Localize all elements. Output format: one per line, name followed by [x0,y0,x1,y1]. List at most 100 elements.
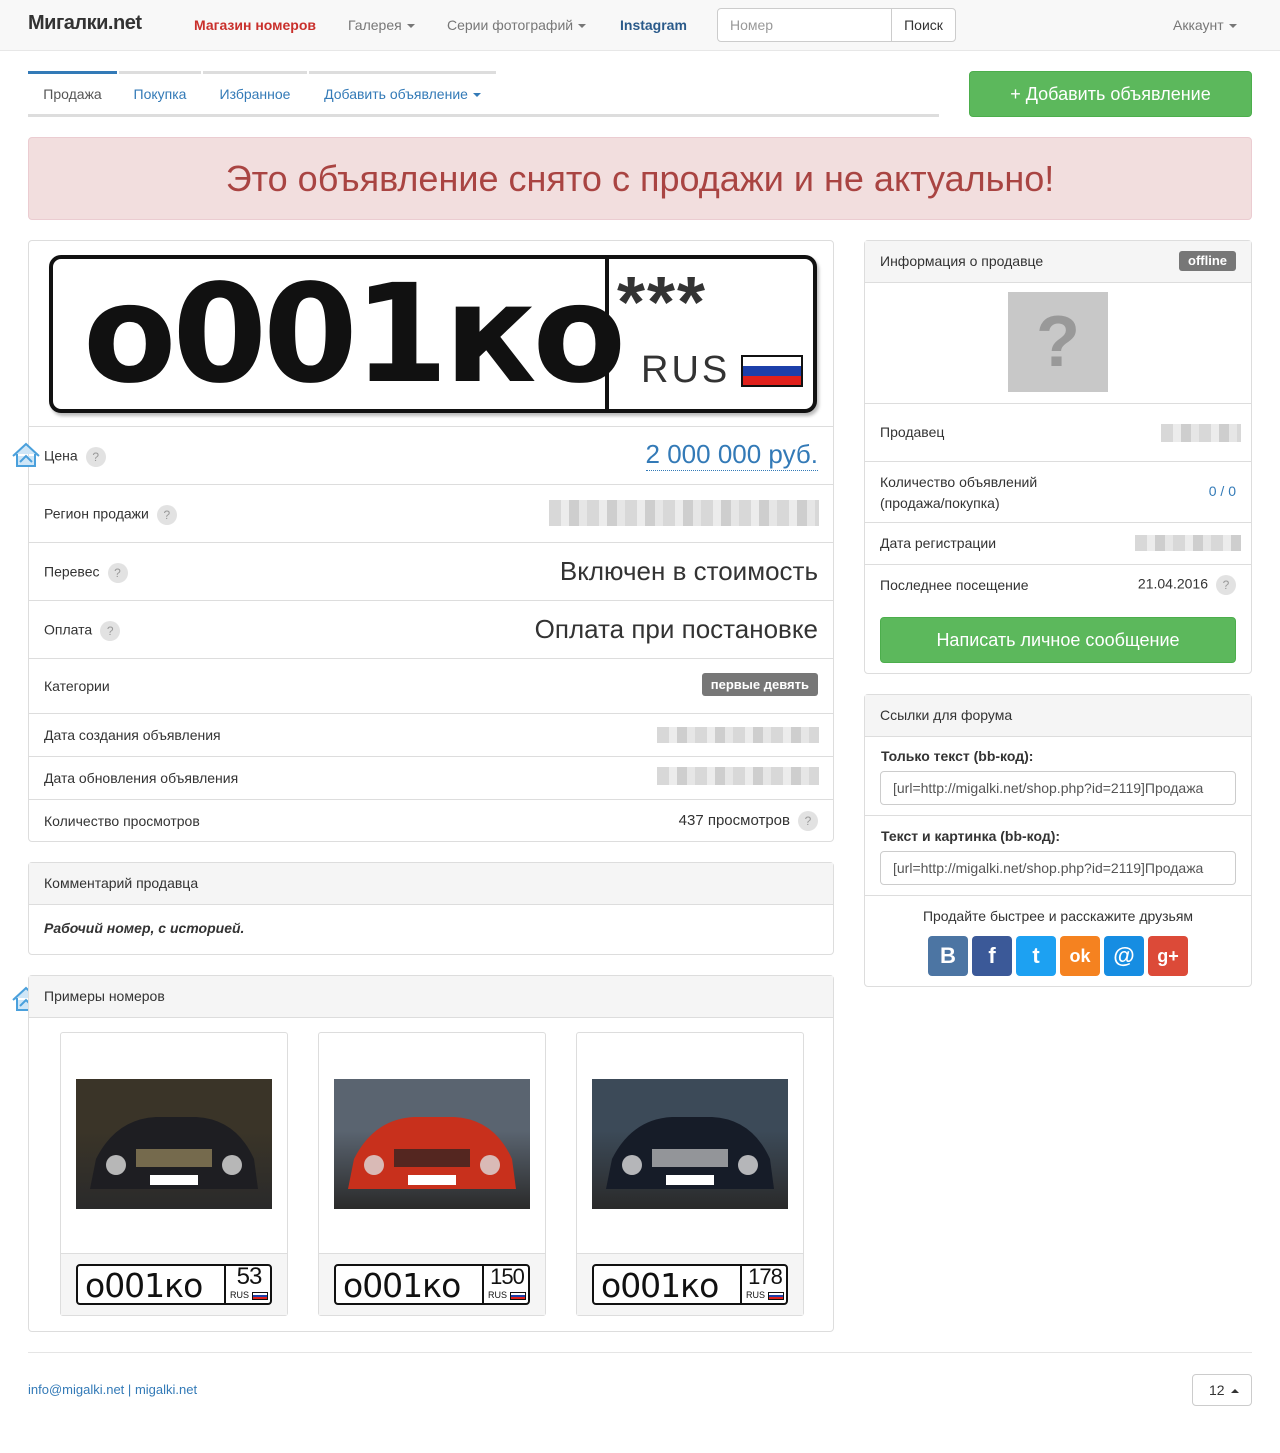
example-photo[interactable] [592,1079,788,1209]
chevron-down-icon [406,24,415,29]
navbar: Мигалки.net Магазин номеров Галерея Сери… [0,0,1280,51]
facebook-icon[interactable]: f [972,936,1012,976]
seller-row: Продавец [865,403,1251,461]
example-plate-number: o001ко [343,1266,461,1305]
example-license-plate: o001ко 150 RUS [334,1264,530,1305]
last-visit-row: Последнее посещение 21.04.2016? [865,564,1251,606]
page-selector-value: 12 [1209,1382,1225,1398]
reg-label: Дата регистрации [880,535,997,551]
nav-shop[interactable]: Магазин номеров [194,17,316,33]
payment-label: Оплата? [44,621,121,641]
odnoklassniki-icon[interactable]: ok [1060,936,1100,976]
twitter-icon[interactable]: t [1016,936,1056,976]
plate-region-box: *** RUS [605,255,817,413]
example-plate-region: 53 [236,1263,263,1290]
example-plate-number: o001ко [85,1266,203,1305]
bbcode-image-label: Текст и картинка (bb-код): [881,828,1061,844]
category-badge[interactable]: первые девять [701,673,818,696]
last-visit-text: 21.04.2016 [1137,575,1208,592]
tab-sale[interactable]: Продажа [28,71,117,115]
tab-add[interactable]: Добавить объявление [309,71,496,115]
help-icon[interactable]: ? [156,505,177,525]
googleplus-icon[interactable]: g+ [1148,936,1188,976]
example-plate-region: 178 [748,1264,783,1289]
transfer-value: Включен в стоимость [559,556,818,586]
add-listing-button[interactable]: + Добавить объявление [969,71,1252,117]
count-row: Количество объявлений (продажа/покупка) … [865,461,1251,522]
brand-logo[interactable]: Мигалки.net [28,12,142,35]
chevron-up-icon [1231,1389,1240,1394]
example-plate-footer: o001ко 150 RUS [319,1253,545,1315]
nav-series-label: Серии фотографий [447,17,574,33]
status-badge: offline [1179,251,1236,271]
plate-country: RUS [641,349,731,391]
footer-links: info@migalki.net | migalki.net [28,1382,197,1397]
region-label-text: Регион продажи [44,505,149,522]
help-icon[interactable]: ? [798,811,818,831]
example-card[interactable]: o001ко 53 RUS [60,1032,288,1316]
search-button[interactable]: Поиск [891,8,956,42]
footer-email-link[interactable]: info@migalki.net [28,1382,124,1397]
example-plate-footer: o001ко 53 RUS [61,1253,287,1315]
chevron-down-icon [472,93,481,98]
transfer-label-text: Перевес [44,563,100,580]
example-plate-region-box: 178 RUS [740,1264,788,1305]
bbcode-image-field[interactable]: [url=http://migalki.net/shop.php?id=2119… [880,851,1236,885]
nav-account[interactable]: Аккаунт [1173,17,1237,33]
nav-series[interactable]: Серии фотографий [447,17,587,33]
send-message-button[interactable]: Написать личное сообщение [880,617,1236,663]
nav-account-label: Аккаунт [1173,17,1224,33]
transfer-row: Перевес? Включен в стоимость [29,542,833,600]
page-selector[interactable]: 12 [1192,1374,1252,1406]
bbcode-text-label: Только текст (bb-код): [881,748,1034,764]
tab-favorites[interactable]: Избранное [203,71,307,115]
help-icon[interactable]: ? [1216,575,1236,595]
last-visit-value: 21.04.2016? [1138,575,1236,595]
tab-add-label: Добавить объявление [324,86,468,102]
search-input[interactable] [717,8,892,42]
footer-site-link[interactable]: migalki.net [135,1382,197,1397]
example-card[interactable]: o001ко 150 RUS [318,1032,546,1316]
seller-name-blurred[interactable] [1161,424,1241,442]
updated-row: Дата обновления объявления [29,756,833,799]
count-value[interactable]: 0 / 0 [1209,483,1236,499]
help-icon[interactable]: ? [100,621,121,641]
region-label: Регион продажи? [44,505,177,525]
views-value-text: 437 просмотров [678,811,790,829]
transfer-label: Перевес? [44,563,128,583]
seller-panel-header: Информация о продавце offline [865,241,1251,283]
payment-row: Оплата? Оплата при постановке [29,600,833,658]
nav-gallery[interactable]: Галерея [348,17,415,33]
comment-title: Комментарий продавца [29,863,833,905]
payment-value: Оплата при постановке [534,614,818,644]
tab-purchase[interactable]: Покупка [119,71,201,115]
example-photo[interactable] [76,1079,272,1209]
region-row: Регион продажи? [29,484,833,542]
views-label: Количество просмотров [44,813,200,829]
russia-flag-icon [768,1291,785,1300]
example-card[interactable]: o001ко 178 RUS [576,1032,804,1316]
examples-panel: Примеры номеров o001ко 53 RUS o001ко 150 RUS o… [28,975,834,1332]
example-plate-region: 150 [490,1264,525,1289]
example-plate-number: o001ко [601,1266,719,1305]
region-value-blurred [549,500,819,526]
alert-not-active: Это объявление снято с продажи и не акту… [28,137,1252,220]
example-license-plate: o001ко 53 RUS [76,1264,272,1305]
scroll-up-icon[interactable] [11,440,41,468]
payment-label-text: Оплата [44,621,93,638]
bbcode-text-field[interactable]: [url=http://migalki.net/shop.php?id=2119… [880,771,1236,805]
last-visit-label: Последнее посещение [880,577,1029,593]
updated-label: Дата обновления объявления [44,770,239,786]
help-icon[interactable]: ? [85,447,106,467]
plate-number: o001ко [83,256,626,414]
nav-instagram[interactable]: Instagram [620,17,687,33]
example-photo[interactable] [334,1079,530,1209]
example-plate-country: RUS [484,1290,530,1300]
example-plate-footer: o001ко 178 RUS [577,1253,803,1315]
comment-panel: Комментарий продавца Рабочий номер, с ис… [28,862,834,955]
count-label: Количество объявлений (продажа/покупка) [880,474,1038,511]
vk-icon[interactable]: B [928,936,968,976]
mailru-icon[interactable]: @ [1104,936,1144,976]
help-icon[interactable]: ? [107,563,128,583]
chevron-down-icon [1228,24,1237,29]
